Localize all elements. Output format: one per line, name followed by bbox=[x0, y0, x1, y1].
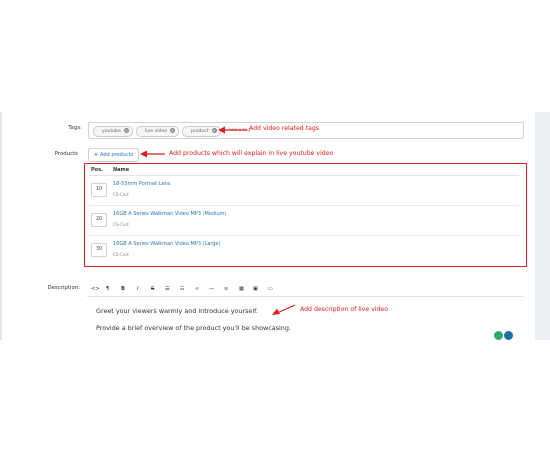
plus-icon: + bbox=[93, 152, 99, 158]
position-input[interactable]: 10 bbox=[91, 183, 107, 197]
table-row: 20 16GB A Series Walkman Video MP3 (Medi… bbox=[89, 206, 519, 236]
description-annotation: Add description of live video bbox=[300, 306, 389, 313]
right-scroll-gutter[interactable] bbox=[535, 112, 550, 340]
product-name-link[interactable]: 16GB A Series Walkman Video MP3 (Large) bbox=[113, 241, 221, 247]
description-label: Description: bbox=[47, 285, 80, 291]
table-row: 30 16GB A Series Walkman Video MP3 (Larg… bbox=[89, 236, 519, 265]
tag-chip-live-video[interactable]: live video × bbox=[136, 126, 180, 137]
screenshot-area: Tags: youtube × live video × product × Add … bbox=[0, 112, 550, 340]
product-vendor: CS-Cart bbox=[113, 222, 129, 227]
table-icon[interactable]: ▦ bbox=[239, 285, 244, 293]
tag-chip-product[interactable]: product × bbox=[182, 126, 221, 137]
annotation-arrow-icon bbox=[140, 150, 165, 158]
add-products-button-label: Add products bbox=[100, 152, 134, 158]
strikethrough-icon[interactable]: S bbox=[151, 285, 154, 293]
products-highlight-box: Pos. Name 10 18-55mm Portrait Lens CS-Ca… bbox=[84, 163, 527, 267]
position-input[interactable]: 30 bbox=[91, 243, 107, 257]
description-editor[interactable]: Greet your viewers warmly and introduce … bbox=[87, 296, 523, 340]
products-table: Pos. Name 10 18-55mm Portrait Lens CS-Ca… bbox=[89, 165, 519, 265]
editor-toolbar: <> ¶ B I S ☰ ☷ ∞ — ≡ ▦ ▣ ▭ bbox=[87, 283, 523, 295]
editor-paragraph[interactable]: Provide a brief overview of the product … bbox=[96, 324, 291, 332]
product-name-link[interactable]: 16GB A Series Walkman Video MP3 (Medium) bbox=[113, 211, 227, 217]
product-name-link[interactable]: 18-55mm Portrait Lens bbox=[113, 181, 170, 187]
col-name-header: Name bbox=[113, 167, 130, 173]
video-icon[interactable]: ▭ bbox=[268, 285, 273, 293]
editor-paragraph[interactable]: Greet your viewers warmly and introduce … bbox=[96, 307, 258, 315]
products-label: Products bbox=[54, 151, 78, 157]
position-input[interactable]: 20 bbox=[91, 213, 107, 227]
left-gutter bbox=[0, 112, 2, 340]
product-vendor: CS-Cart bbox=[113, 192, 129, 197]
align-icon[interactable]: ≡ bbox=[224, 285, 228, 293]
paragraph-icon[interactable]: ¶ bbox=[106, 285, 109, 293]
table-row: 10 18-55mm Portrait Lens CS-Cart bbox=[89, 176, 519, 206]
tags-label: Tags: bbox=[68, 125, 82, 131]
tag-chip-text: youtube bbox=[102, 129, 121, 134]
annotation-arrow-icon bbox=[218, 126, 247, 134]
remove-tag-icon[interactable]: × bbox=[211, 128, 217, 133]
tags-annotation: Add video related tags bbox=[249, 125, 320, 132]
assistant-extension-icon[interactable] bbox=[504, 331, 513, 340]
bold-icon[interactable]: B bbox=[121, 285, 125, 293]
link-icon[interactable]: ∞ bbox=[195, 285, 199, 293]
numbered-list-icon[interactable]: ☷ bbox=[180, 285, 185, 293]
italic-icon[interactable]: I bbox=[137, 285, 139, 293]
grammar-extension-icon[interactable] bbox=[494, 331, 503, 340]
add-products-button[interactable]: + Add products bbox=[88, 148, 139, 162]
annotation-arrow-icon bbox=[272, 304, 296, 315]
product-vendor: CS-Cart bbox=[113, 252, 129, 257]
col-pos-header: Pos. bbox=[91, 167, 103, 173]
horizontal-rule-icon[interactable]: — bbox=[209, 285, 214, 293]
remove-tag-icon[interactable]: × bbox=[170, 128, 176, 133]
code-view-icon[interactable]: <> bbox=[91, 285, 100, 293]
table-header: Pos. Name bbox=[89, 165, 519, 176]
bullet-list-icon[interactable]: ☰ bbox=[165, 285, 170, 293]
remove-tag-icon[interactable]: × bbox=[123, 128, 129, 133]
image-icon[interactable]: ▣ bbox=[253, 285, 258, 293]
tag-chip-youtube[interactable]: youtube × bbox=[93, 126, 133, 137]
products-annotation: Add products which will explain in live … bbox=[169, 150, 334, 157]
tag-chip-text: live video bbox=[145, 129, 168, 134]
tag-chip-text: product bbox=[191, 129, 209, 134]
